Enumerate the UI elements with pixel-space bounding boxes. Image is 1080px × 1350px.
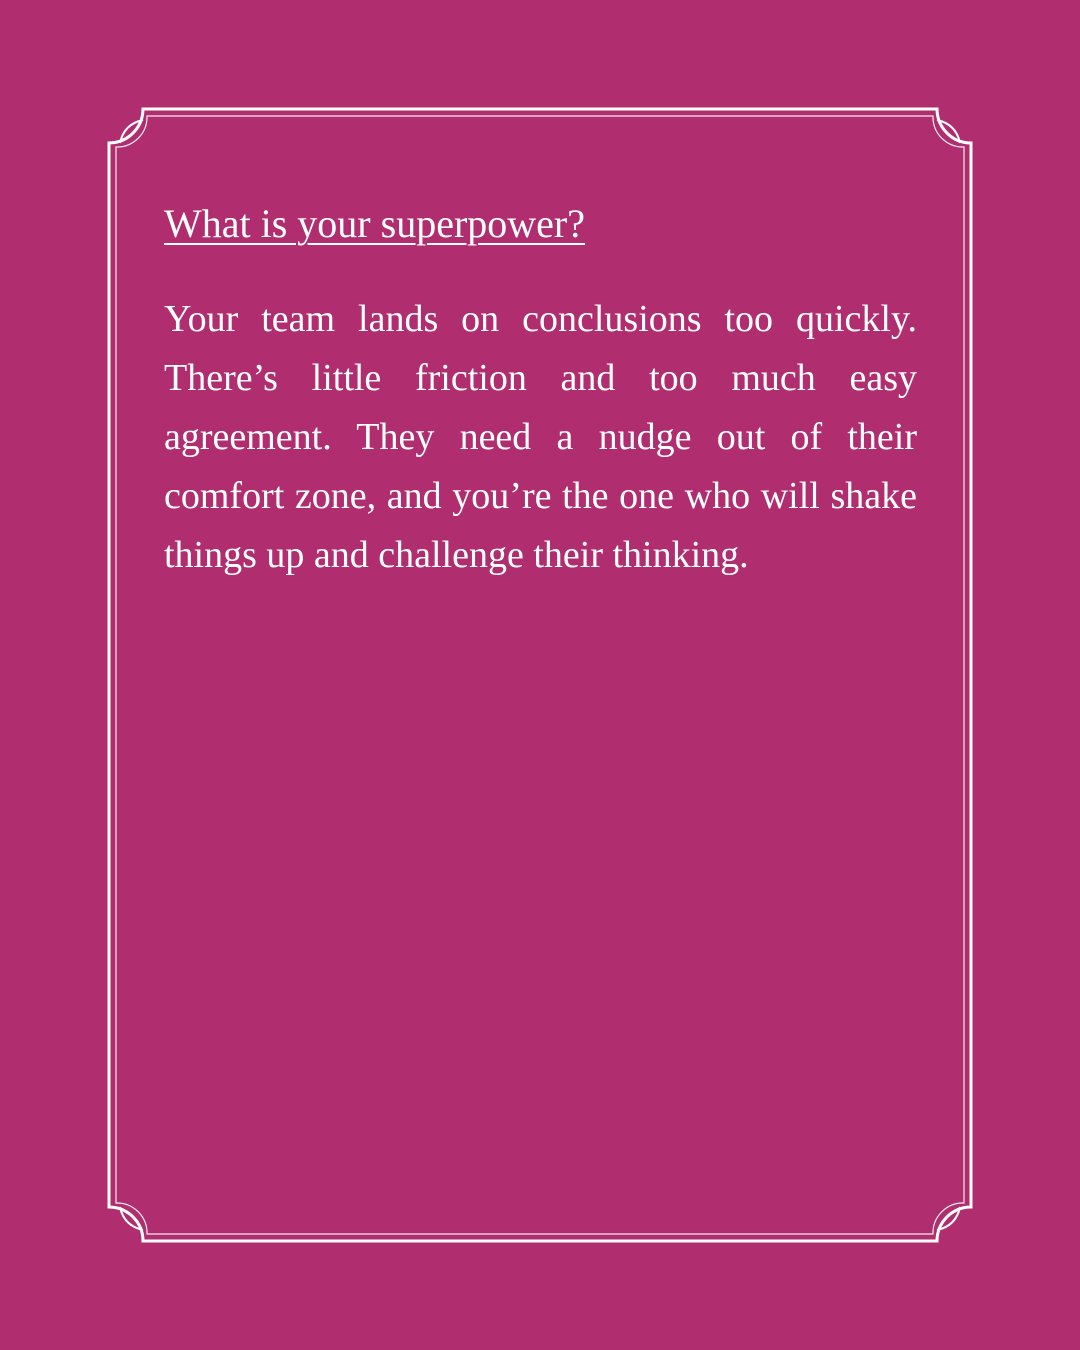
card-body-text: Your team lands on conclusions too quick… — [164, 298, 917, 576]
card-heading: What is your superpower? — [164, 201, 585, 246]
card-content: What is your superpower? Your team lands… — [164, 200, 917, 585]
page: { "colors": { "background": "#b02e6f", "… — [0, 0, 1080, 1350]
